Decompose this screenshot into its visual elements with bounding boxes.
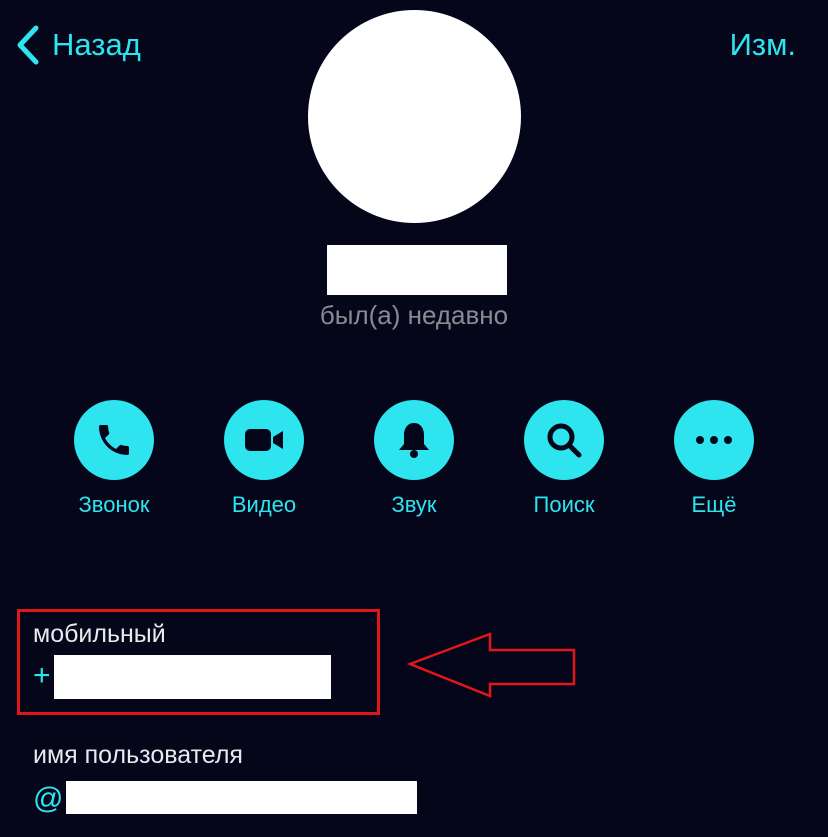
search-button[interactable]: Поиск <box>494 400 634 518</box>
profile-screen: Назад Изм. был(а) недавно Звонок Видео З… <box>0 0 828 837</box>
chevron-left-icon <box>17 25 39 65</box>
action-bar: Звонок Видео Звук Поиск Ещё <box>0 400 828 520</box>
search-button-label: Поиск <box>533 492 595 517</box>
last-seen-status: был(а) недавно <box>319 300 509 330</box>
more-button[interactable]: Ещё <box>644 400 784 518</box>
search-button-circle <box>524 400 604 480</box>
contact-name-redacted <box>327 245 507 295</box>
edit-button[interactable]: Изм. <box>730 22 796 68</box>
video-button[interactable]: Видео <box>194 400 334 518</box>
more-dots-icon <box>696 436 732 444</box>
video-button-label: Видео <box>231 492 297 517</box>
username-field-label: имя пользователя <box>33 741 243 769</box>
video-button-circle <box>224 400 304 480</box>
more-button-label: Ещё <box>691 492 737 517</box>
back-button-label: Назад <box>52 27 141 62</box>
back-button[interactable]: Назад <box>14 22 141 68</box>
more-button-circle <box>674 400 754 480</box>
call-button-circle <box>74 400 154 480</box>
call-button[interactable]: Звонок <box>44 400 184 518</box>
annotation-arrow-icon <box>406 632 576 698</box>
search-icon <box>547 423 582 458</box>
mobile-field-label: мобильный <box>33 620 166 648</box>
video-camera-icon <box>245 429 283 451</box>
sound-button[interactable]: Звук <box>344 400 484 518</box>
mobile-value-prefix[interactable]: + <box>33 659 51 693</box>
username-value-prefix[interactable]: @ <box>33 782 63 816</box>
sound-button-label: Звук <box>391 492 437 517</box>
mobile-number-redacted[interactable] <box>54 655 331 699</box>
avatar[interactable] <box>308 10 521 223</box>
call-button-label: Звонок <box>78 492 150 517</box>
sound-button-circle <box>374 400 454 480</box>
phone-icon <box>99 425 129 455</box>
username-redacted[interactable] <box>66 781 417 814</box>
bell-icon <box>399 423 429 458</box>
